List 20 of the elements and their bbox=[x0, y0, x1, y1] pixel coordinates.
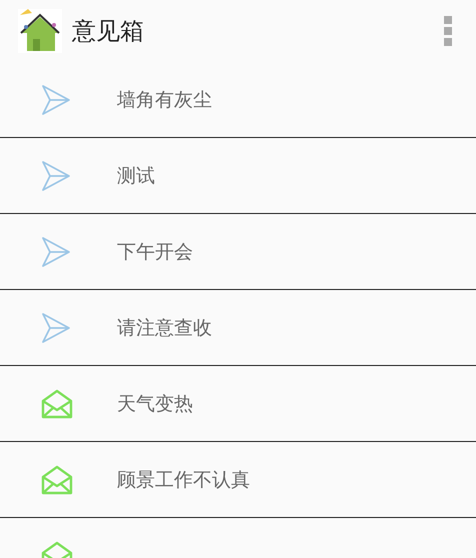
message-text: 测试 bbox=[117, 164, 155, 188]
message-list-item[interactable]: 天气变热 bbox=[0, 366, 476, 442]
open-envelope-icon bbox=[41, 388, 73, 418]
message-list-item[interactable]: 墙角有灰尘 bbox=[0, 62, 476, 138]
paper-plane-icon bbox=[41, 236, 71, 268]
paper-plane-icon bbox=[41, 312, 71, 344]
message-list-item[interactable]: 测试 bbox=[0, 138, 476, 214]
message-text: 请注意查收 bbox=[117, 316, 212, 340]
message-list-item[interactable]: 请注意查收 bbox=[0, 290, 476, 366]
app-logo-icon bbox=[18, 9, 62, 53]
message-text: 墙角有灰尘 bbox=[117, 88, 212, 112]
open-envelope-icon bbox=[41, 464, 73, 494]
message-list-item[interactable]: 下午开会 bbox=[0, 214, 476, 290]
message-text: 顾景工作不认真 bbox=[117, 468, 250, 492]
message-text: 天气变热 bbox=[117, 392, 193, 416]
paper-plane-icon bbox=[41, 84, 71, 116]
app-title: 意见箱 bbox=[72, 16, 145, 47]
message-text: 下午开会 bbox=[117, 240, 193, 264]
paper-plane-icon bbox=[41, 160, 71, 192]
message-list-item[interactable]: 顾景工作不认真 bbox=[0, 442, 476, 518]
